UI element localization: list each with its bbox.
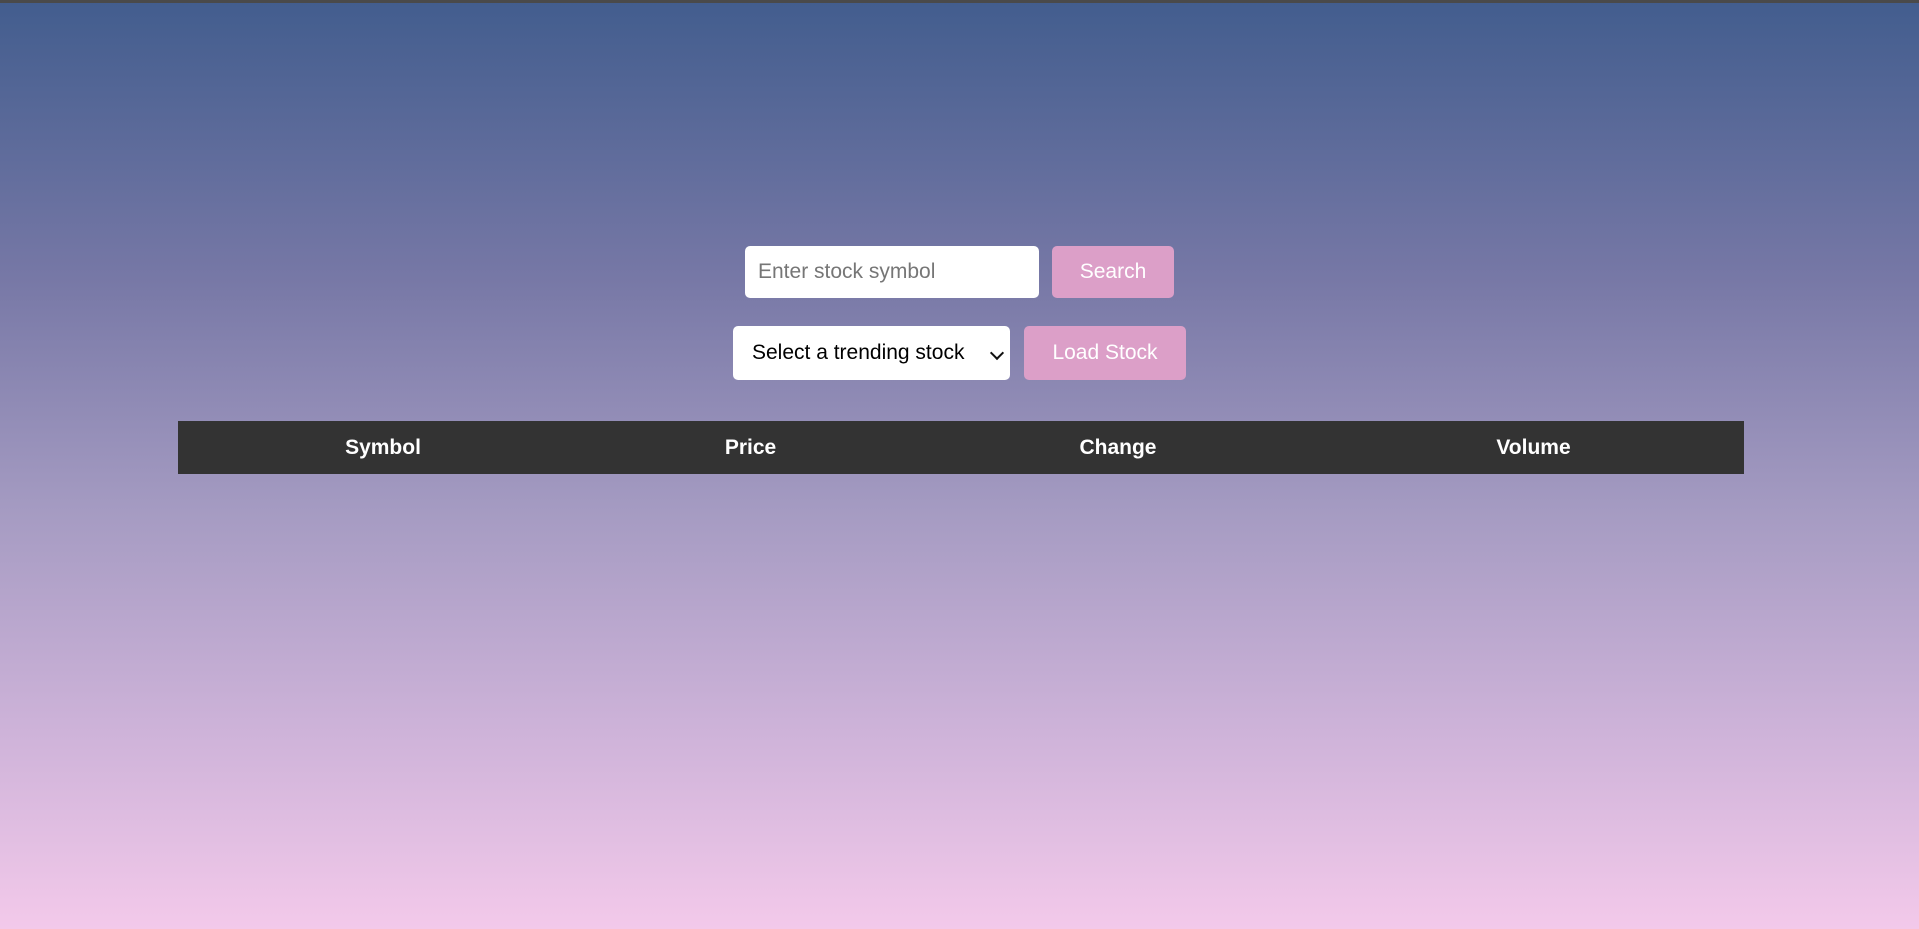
trending-stock-bar: Select a trending stock Load Stock <box>0 326 1919 380</box>
column-header-volume: Volume <box>1323 421 1744 474</box>
stock-table: Symbol Price Change Volume <box>178 421 1744 474</box>
search-button[interactable]: Search <box>1052 246 1174 298</box>
table-header-row: Symbol Price Change Volume <box>178 421 1744 474</box>
search-bar: Search <box>0 246 1919 298</box>
load-stock-button[interactable]: Load Stock <box>1024 326 1186 380</box>
column-header-price: Price <box>588 421 913 474</box>
chevron-down-icon <box>989 345 1005 361</box>
trending-stock-select-value: Select a trending stock <box>752 341 965 364</box>
stock-table-header: Symbol Price Change Volume <box>178 421 1744 474</box>
column-header-symbol: Symbol <box>178 421 588 474</box>
window-top-edge <box>0 0 1919 3</box>
trending-stock-select[interactable]: Select a trending stock <box>733 326 1010 380</box>
column-header-change: Change <box>913 421 1323 474</box>
stock-symbol-input[interactable] <box>745 246 1039 298</box>
